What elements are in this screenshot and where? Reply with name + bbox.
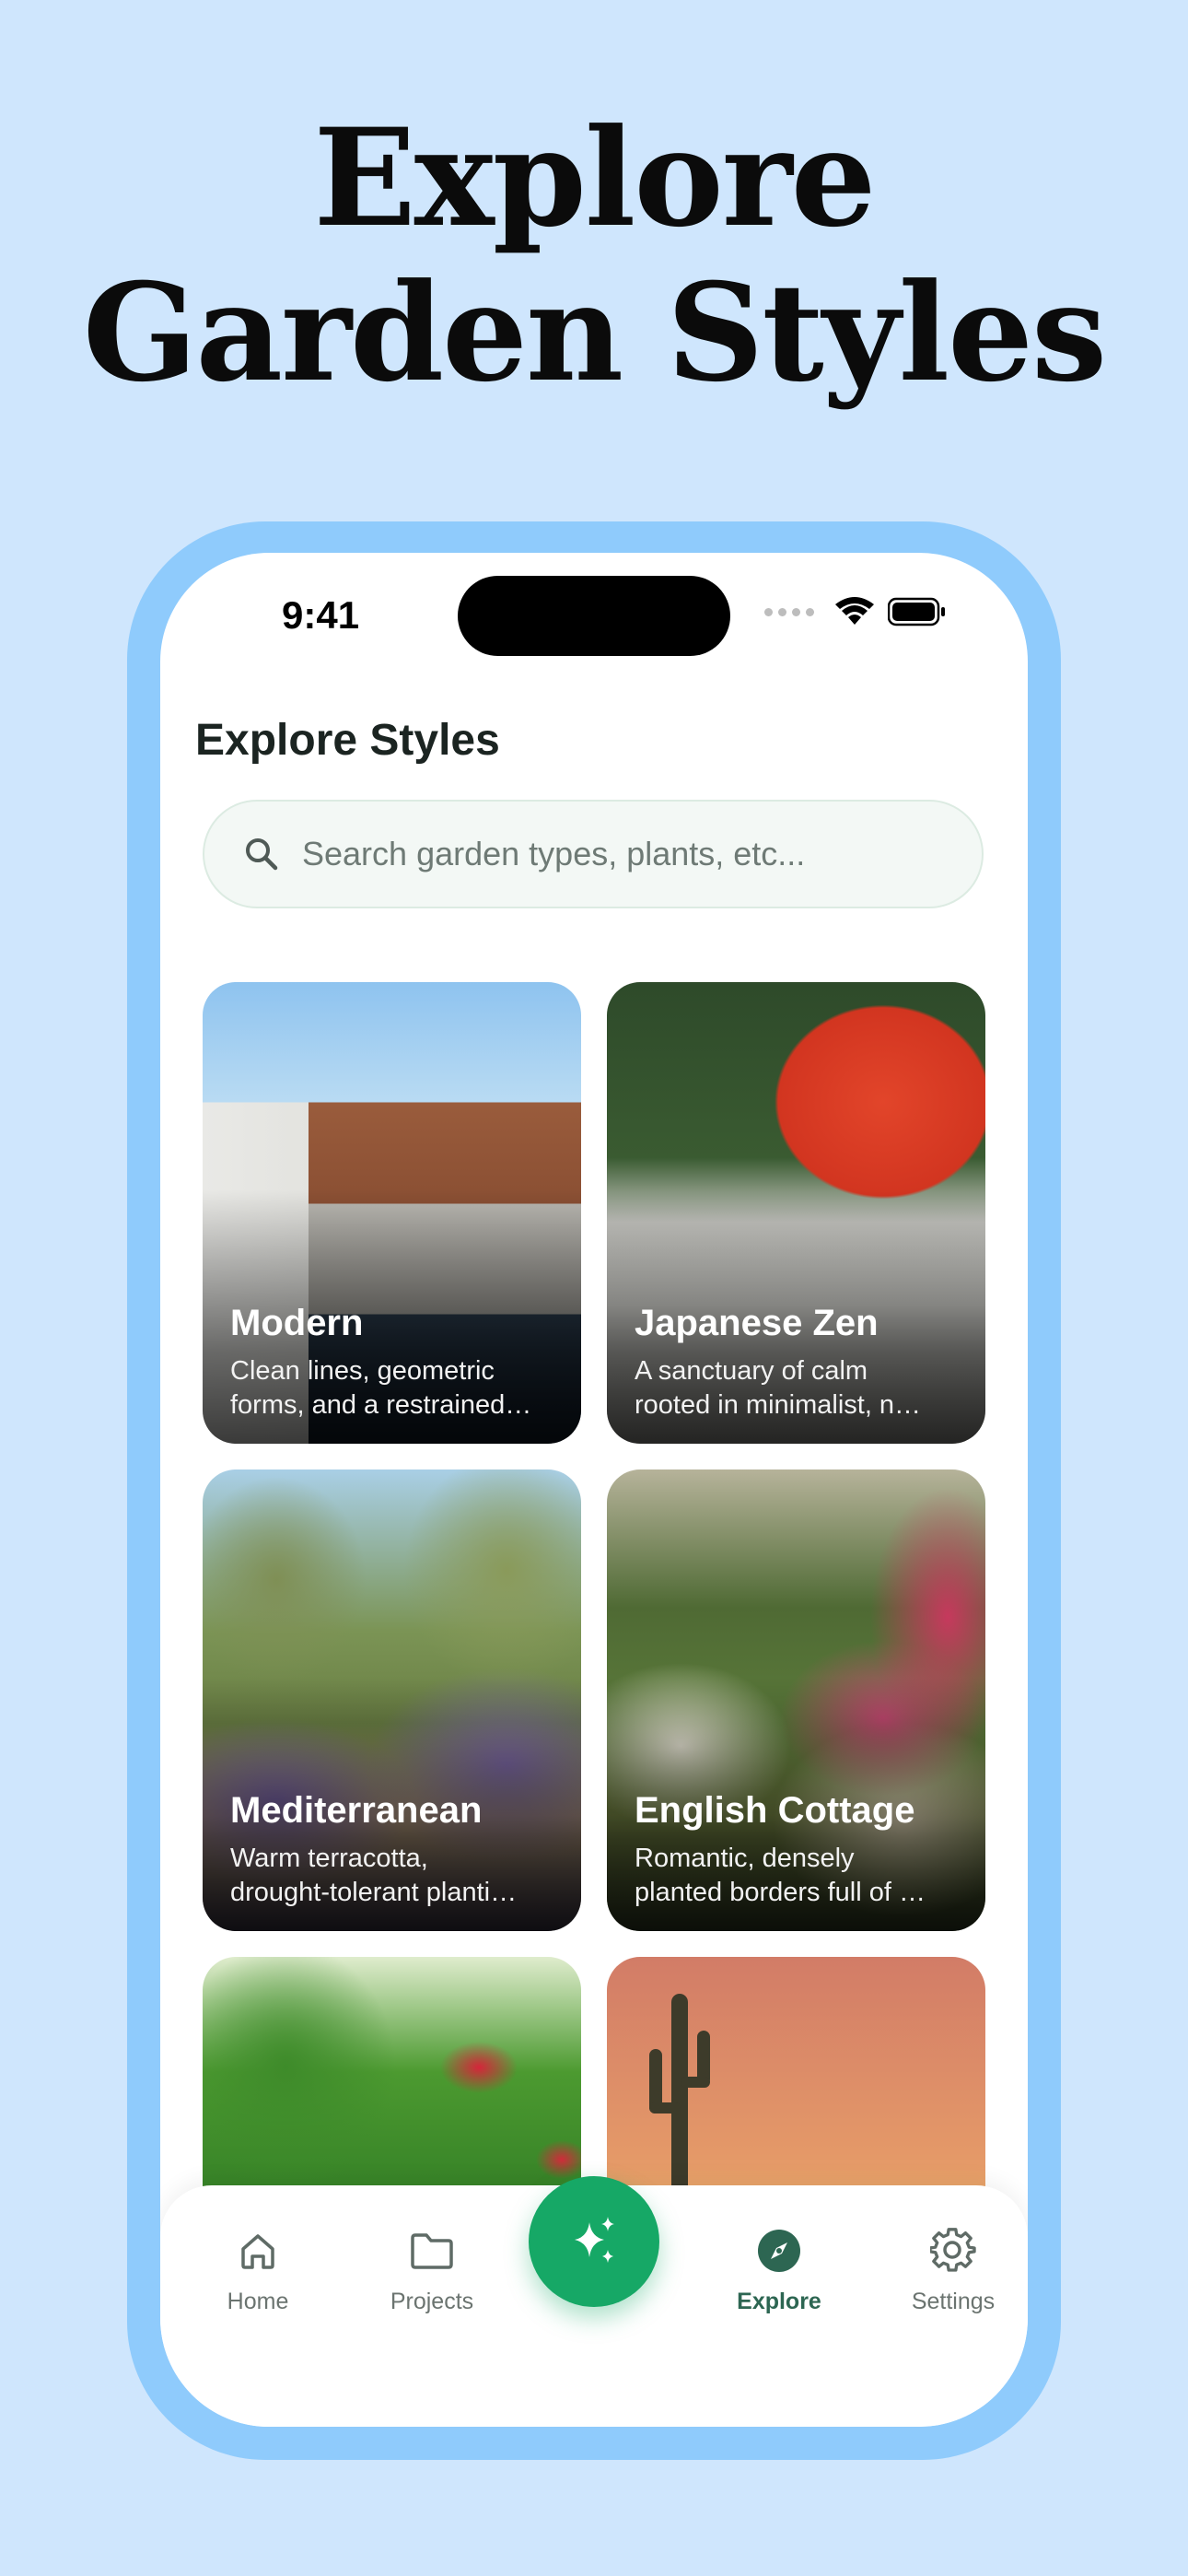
compass-icon — [754, 2226, 804, 2276]
status-time: 9:41 — [282, 593, 360, 637]
wifi-icon — [835, 597, 874, 625]
sparkles-icon — [575, 2217, 614, 2263]
cellular-signal-icon — [764, 607, 814, 616]
style-card-title: Japanese Zen — [635, 1303, 879, 1343]
tab-label: Home — [227, 2289, 289, 2314]
page-title: Explore Styles — [195, 716, 500, 765]
style-card-title: Modern — [230, 1303, 364, 1343]
tab-label: Explore — [737, 2289, 821, 2314]
headline: Explore Garden Styles — [0, 101, 1188, 411]
headline-line-2: Garden Styles — [82, 254, 1107, 412]
tab-label: Projects — [390, 2289, 474, 2314]
style-card-japanese-zen[interactable]: Japanese Zen A sanctuary of calm rooted … — [607, 982, 985, 1444]
phone-screen: 9:41 Explore Styles Search garden types,… — [160, 553, 1028, 2427]
search-bar[interactable] — [203, 800, 984, 908]
tab-home[interactable]: Home — [184, 2226, 332, 2315]
status-bar: 9:41 — [160, 553, 1028, 682]
status-icons — [764, 597, 947, 626]
style-card-mediterranean[interactable]: Mediterranean Warm terracotta, drought-t… — [203, 1469, 581, 1931]
create-design-button[interactable] — [529, 2176, 659, 2307]
style-card-description: A sanctuary of calm rooted in minimalist… — [635, 1356, 922, 1420]
battery-icon — [888, 597, 945, 626]
style-card-description: Clean lines, geometric forms, and a rest… — [230, 1356, 532, 1420]
style-card-description: Romantic, densely planted borders full o… — [635, 1844, 926, 1907]
headline-line-1: Explore — [313, 100, 876, 257]
search-input[interactable] — [300, 834, 949, 874]
tab-label: Settings — [911, 2289, 996, 2314]
style-card-modern[interactable]: Modern Clean lines, geometric forms, and… — [203, 982, 581, 1444]
folder-icon — [407, 2226, 457, 2276]
cactus-icon — [649, 1994, 710, 2206]
tab-explore[interactable]: Explore — [705, 2226, 853, 2315]
dynamic-island — [458, 576, 730, 656]
tab-settings[interactable]: Settings — [879, 2226, 1027, 2315]
search-icon — [243, 836, 280, 872]
tab-projects[interactable]: Projects — [358, 2226, 506, 2315]
gear-icon — [928, 2226, 978, 2276]
style-card-english-cottage[interactable]: English Cottage Romantic, densely plante… — [607, 1469, 985, 1931]
style-card-title: English Cottage — [635, 1790, 915, 1831]
style-card-description: Warm terracotta, drought-tolerant planti… — [230, 1844, 518, 1907]
style-card-title: Mediterranean — [230, 1790, 483, 1831]
home-icon — [233, 2226, 283, 2276]
